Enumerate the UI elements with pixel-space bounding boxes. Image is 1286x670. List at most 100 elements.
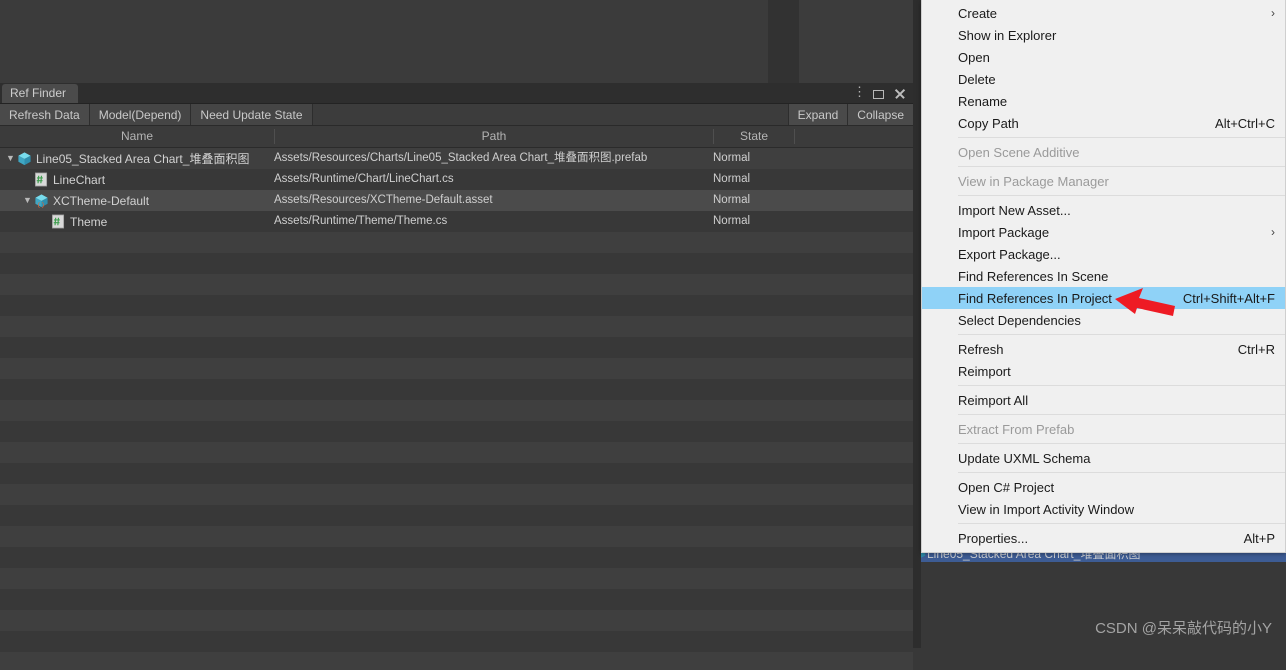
- table-row-empty[interactable]: [0, 463, 913, 484]
- row-name-cell: ▼ LineChart: [21, 169, 105, 190]
- scriptable-object-icon: (): [34, 193, 49, 208]
- table-row-empty[interactable]: [0, 631, 913, 652]
- expand-button[interactable]: Expand: [787, 104, 848, 125]
- window-controls: [850, 83, 907, 103]
- table-row-empty[interactable]: [0, 484, 913, 505]
- table-row-empty[interactable]: [0, 295, 913, 316]
- menu-item-label: View in Import Activity Window: [958, 501, 1135, 517]
- menu-item-label: Open C# Project: [958, 479, 1055, 495]
- menu-item-label: View in Package Manager: [958, 173, 1109, 189]
- row-path-cell: Assets/Runtime/Chart/LineChart.cs: [274, 173, 454, 185]
- menu-item-open-c-project[interactable]: Open C# Project: [922, 476, 1285, 498]
- row-state-cell: Normal: [713, 194, 751, 206]
- table-column-headers: Name Path State: [0, 126, 913, 148]
- table-row-empty[interactable]: [0, 358, 913, 379]
- row-state-cell: Normal: [713, 152, 751, 164]
- table-row-empty[interactable]: [0, 400, 913, 421]
- menu-item-delete[interactable]: Delete: [922, 68, 1285, 90]
- table-row-empty[interactable]: [0, 232, 913, 253]
- row-name-label: LineChart: [53, 172, 106, 187]
- column-header-path[interactable]: Path: [275, 126, 713, 147]
- menu-item-label: Import Package: [958, 224, 1050, 240]
- menu-item-create[interactable]: Create ›: [922, 2, 1285, 24]
- screen-root: A Line05_Stacked Area Chart_堆叠面积图 Ref Fi…: [0, 0, 1286, 670]
- menu-item-shortcut: Alt+P: [1243, 530, 1275, 546]
- menu-item-update-uxml-schema[interactable]: Update UXML Schema: [922, 447, 1285, 469]
- menu-item-rename[interactable]: Rename: [922, 90, 1285, 112]
- model-depend-button[interactable]: Model(Depend): [89, 104, 192, 125]
- column-header-name[interactable]: Name: [0, 126, 274, 147]
- menu-item-label: Copy Path: [958, 115, 1019, 131]
- tab-ref-finder[interactable]: Ref Finder: [2, 84, 79, 103]
- expand-twisty-icon[interactable]: ▼: [21, 190, 34, 211]
- menu-item-open[interactable]: Open: [922, 46, 1285, 68]
- table-row-empty[interactable]: [0, 568, 913, 589]
- table-row-empty[interactable]: [0, 421, 913, 442]
- kebab-menu-icon[interactable]: [850, 84, 866, 100]
- menu-separator: [958, 385, 1285, 386]
- table-row-empty[interactable]: [0, 379, 913, 400]
- table-row-empty[interactable]: [0, 274, 913, 295]
- menu-item-import-package[interactable]: Import Package ›: [922, 221, 1285, 243]
- row-name-cell: ▼ Theme: [38, 211, 107, 232]
- toolbar-spacer: [312, 104, 788, 125]
- table-row-empty[interactable]: [0, 316, 913, 337]
- table-row[interactable]: ▼() XCTheme-Default Assets/Resources/XCThe…: [0, 190, 913, 211]
- table-row[interactable]: ▼ Line05_Stacked Area Chart_堆叠面积图 Assets/R…: [0, 148, 913, 169]
- menu-item-select-dependencies[interactable]: Select Dependencies: [922, 309, 1285, 331]
- close-icon[interactable]: [894, 87, 907, 100]
- table-row-empty[interactable]: [0, 442, 913, 463]
- menu-item-copy-path[interactable]: Copy Path Alt+Ctrl+C: [922, 112, 1285, 134]
- row-state-cell: Normal: [713, 215, 751, 227]
- table-row-empty[interactable]: [0, 337, 913, 358]
- menu-item-label: Delete: [958, 71, 996, 87]
- menu-item-view-in-import-activity-window[interactable]: View in Import Activity Window: [922, 498, 1285, 520]
- table-row-empty[interactable]: [0, 652, 913, 670]
- menu-item-extract-from-prefab: Extract From Prefab: [922, 418, 1285, 440]
- csharp-script-icon: [34, 172, 49, 187]
- menu-item-import-new-asset[interactable]: Import New Asset...: [922, 199, 1285, 221]
- table-row-empty[interactable]: [0, 610, 913, 631]
- row-name-cell: ▼() XCTheme-Default: [21, 190, 149, 211]
- column-header-state[interactable]: State: [714, 126, 794, 147]
- maximize-icon[interactable]: [872, 87, 885, 100]
- csdn-watermark: CSDN @呆呆敲代码的小Y: [1095, 620, 1272, 637]
- menu-item-find-references-in-scene[interactable]: Find References In Scene: [922, 265, 1285, 287]
- menu-separator: [958, 414, 1285, 415]
- table-row-empty[interactable]: [0, 505, 913, 526]
- menu-separator: [958, 195, 1285, 196]
- table-row-empty[interactable]: [0, 526, 913, 547]
- refresh-data-button[interactable]: Refresh Data: [0, 104, 90, 125]
- menu-item-refresh[interactable]: Refresh Ctrl+R: [922, 338, 1285, 360]
- menu-item-label: Select Dependencies: [958, 312, 1081, 328]
- menu-item-reimport-all[interactable]: Reimport All: [922, 389, 1285, 411]
- menu-separator: [958, 443, 1285, 444]
- table-row-empty[interactable]: [0, 547, 913, 568]
- table-rows-container: ▼ Line05_Stacked Area Chart_堆叠面积图 Assets/R…: [0, 148, 913, 670]
- menu-item-properties[interactable]: Properties... Alt+P: [922, 527, 1285, 549]
- menu-item-label: Find References In Project: [958, 290, 1112, 306]
- menu-item-view-in-package-manager: View in Package Manager: [922, 170, 1285, 192]
- row-path-cell: Assets/Resources/Charts/Line05_Stacked A…: [274, 152, 648, 164]
- menu-item-export-package[interactable]: Export Package...: [922, 243, 1285, 265]
- window-tabbar: Ref Finder: [0, 83, 913, 104]
- column-divider[interactable]: [794, 129, 795, 144]
- menu-item-shortcut: Alt+Ctrl+C: [1215, 115, 1275, 131]
- row-name-label: XCTheme-Default: [53, 193, 150, 208]
- collapse-button[interactable]: Collapse: [847, 104, 913, 125]
- menu-item-label: Show in Explorer: [958, 27, 1057, 43]
- menu-item-find-references-in-project[interactable]: Find References In Project Ctrl+Shift+Alt…: [922, 287, 1285, 309]
- menu-item-label: Find References In Scene: [958, 268, 1109, 284]
- menu-item-reimport[interactable]: Reimport: [922, 360, 1285, 382]
- menu-item-show-in-explorer[interactable]: Show in Explorer: [922, 24, 1285, 46]
- table-row-empty[interactable]: [0, 253, 913, 274]
- table-row-empty[interactable]: [0, 589, 913, 610]
- table-row[interactable]: ▼ Theme Assets/Runtime/Theme/Theme.cs Norma…: [0, 211, 913, 232]
- menu-item-label: Export Package...: [958, 246, 1061, 262]
- menu-item-label: Refresh: [958, 341, 1004, 357]
- menu-separator: [958, 334, 1285, 335]
- need-update-state-button[interactable]: Need Update State: [191, 104, 313, 125]
- table-row[interactable]: ▼ LineChart Assets/Runtime/Chart/LineChart…: [0, 169, 913, 190]
- menu-item-label: Create: [958, 5, 998, 21]
- expand-twisty-icon[interactable]: ▼: [4, 148, 17, 169]
